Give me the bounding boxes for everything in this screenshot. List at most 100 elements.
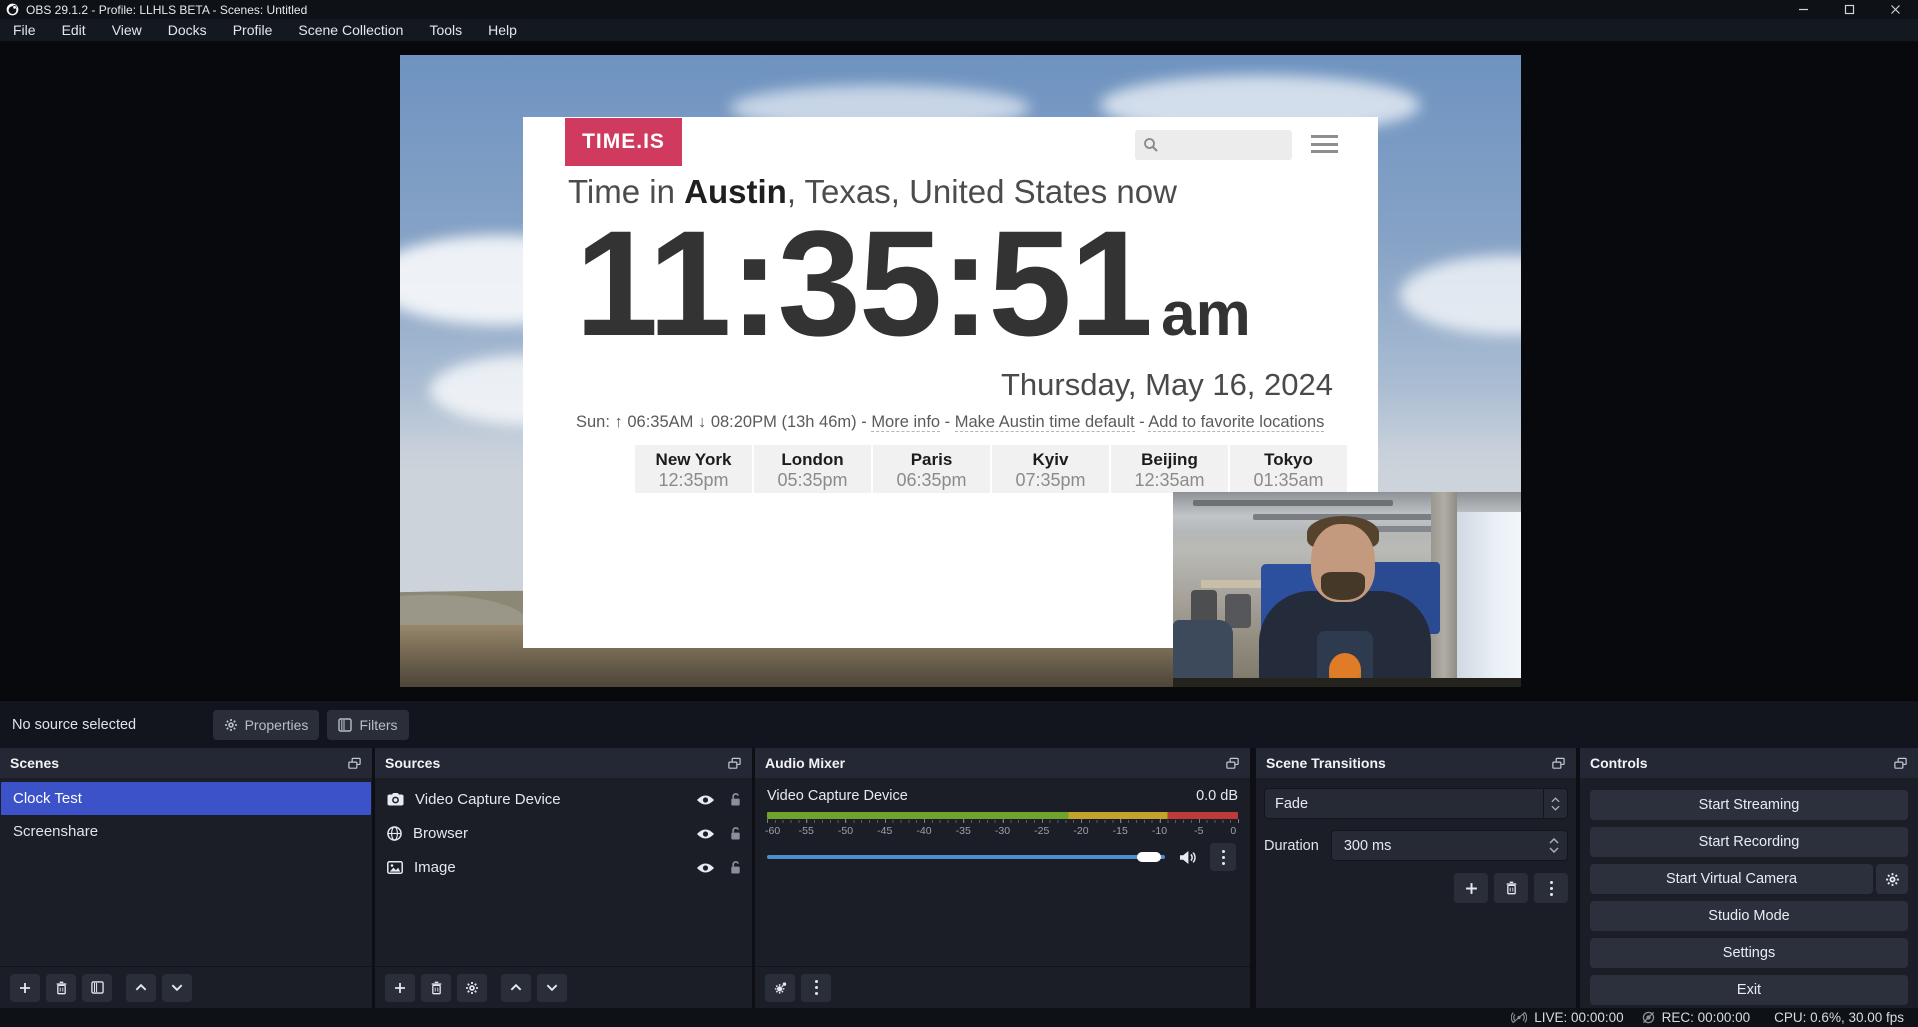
mixer-item-menu-button[interactable]: [1210, 843, 1236, 871]
popout-icon[interactable]: [1893, 756, 1908, 771]
advanced-audio-button[interactable]: [765, 974, 795, 1002]
visibility-eye-icon[interactable]: [696, 794, 715, 806]
transition-select[interactable]: Fade: [1264, 788, 1568, 819]
source-row-image[interactable]: Image: [375, 852, 752, 883]
menu-docks[interactable]: Docks: [155, 19, 220, 42]
gear-sliders-icon: [773, 981, 788, 995]
studio-mode-button[interactable]: Studio Mode: [1590, 901, 1908, 931]
lock-open-icon[interactable]: [729, 860, 742, 875]
record-inactive-icon: [1642, 1011, 1655, 1024]
duration-spinner[interactable]: 300 ms: [1331, 830, 1568, 861]
visibility-eye-icon[interactable]: [696, 862, 715, 874]
scene-down-button[interactable]: [162, 974, 192, 1002]
hamburger-menu-icon: [1311, 135, 1338, 158]
titlebar: OBS 29.1.2 - Profile: LLHLS BETA - Scene…: [0, 0, 1918, 19]
mixer-db-value: 0.0 dB: [1196, 788, 1238, 804]
source-row-browser[interactable]: Browser: [375, 818, 752, 849]
video-canvas[interactable]: TIME.IS Time in Austin, Texas, United St…: [400, 55, 1521, 687]
timeis-clock: 11:35:51 am: [575, 205, 1251, 363]
remove-scene-button[interactable]: [46, 974, 76, 1002]
menu-tools[interactable]: Tools: [416, 19, 475, 42]
menu-file[interactable]: File: [0, 19, 49, 42]
settings-button[interactable]: Settings: [1590, 938, 1908, 968]
properties-button[interactable]: Properties: [213, 710, 319, 740]
webcam-person: [1255, 514, 1435, 687]
menu-view[interactable]: View: [99, 19, 155, 42]
lock-open-icon[interactable]: [729, 826, 742, 841]
scene-item-screenshare[interactable]: Screenshare: [1, 815, 371, 848]
volume-slider-handle[interactable]: [1137, 852, 1161, 862]
stream-inactive-icon: [1511, 1011, 1527, 1024]
scene-item-clock-test[interactable]: Clock Test: [1, 782, 371, 815]
exit-button[interactable]: Exit: [1590, 975, 1908, 1005]
webcam-overlay[interactable]: [1173, 492, 1521, 687]
menu-scene-collection[interactable]: Scene Collection: [285, 19, 416, 42]
kebab-menu-icon: [1222, 850, 1225, 865]
start-virtual-camera-button[interactable]: Start Virtual Camera: [1590, 864, 1873, 894]
plus-icon: [19, 982, 31, 994]
city-box: Tokyo01:35am: [1230, 445, 1347, 493]
menu-help[interactable]: Help: [475, 19, 530, 42]
speaker-icon[interactable]: [1179, 850, 1198, 865]
filters-button[interactable]: Filters: [327, 710, 409, 740]
source-row-video-capture[interactable]: Video Capture Device: [375, 784, 752, 815]
source-up-button[interactable]: [501, 974, 531, 1002]
visibility-eye-icon[interactable]: [696, 828, 715, 840]
spinner-arrows-icon[interactable]: [1549, 838, 1559, 853]
add-source-button[interactable]: [385, 974, 415, 1002]
menubar: File Edit View Docks Profile Scene Colle…: [0, 19, 1918, 42]
close-button[interactable]: [1872, 0, 1918, 19]
menu-profile[interactable]: Profile: [220, 19, 286, 42]
start-recording-button[interactable]: Start Recording: [1590, 827, 1908, 857]
source-properties-button[interactable]: [457, 974, 487, 1002]
maximize-button[interactable]: [1826, 0, 1872, 19]
transition-menu-button[interactable]: [1534, 873, 1568, 903]
clock-time: 11:35:51: [575, 205, 1151, 363]
lock-open-icon[interactable]: [729, 792, 742, 807]
controls-panel: Controls Start Streaming Start Recording…: [1580, 748, 1918, 1008]
rec-timer: REC: 00:00:00: [1662, 1010, 1751, 1025]
duration-label: Duration: [1264, 838, 1319, 854]
minimize-icon: [1798, 4, 1809, 15]
popout-icon[interactable]: [347, 756, 362, 771]
virtual-camera-settings-button[interactable]: [1876, 864, 1908, 894]
no-source-label: No source selected: [12, 717, 136, 733]
obs-window: OBS 29.1.2 - Profile: LLHLS BETA - Scene…: [0, 0, 1918, 1027]
window-title: OBS 29.1.2 - Profile: LLHLS BETA - Scene…: [26, 3, 307, 17]
cloud-decor: [1400, 255, 1521, 335]
popout-icon[interactable]: [1225, 756, 1240, 771]
trash-icon: [430, 981, 443, 995]
select-arrows-icon: [1543, 789, 1567, 818]
obs-logo-icon: [6, 3, 19, 16]
add-scene-button[interactable]: [10, 974, 40, 1002]
webcam-decor: [1191, 590, 1217, 624]
minimize-button[interactable]: [1780, 0, 1826, 19]
add-transition-button[interactable]: [1454, 873, 1488, 903]
city-box: Paris06:35pm: [873, 445, 990, 493]
remove-transition-button[interactable]: [1494, 873, 1528, 903]
audio-meter-scale: -60-55-50-45-40-35-30-25-20-15-10-50: [767, 823, 1238, 837]
popout-icon[interactable]: [727, 756, 742, 771]
scene-list: Clock Test Screenshare: [0, 778, 372, 848]
controls-header: Controls: [1580, 748, 1918, 778]
volume-slider[interactable]: [767, 855, 1165, 859]
start-streaming-button[interactable]: Start Streaming: [1590, 790, 1908, 820]
make-default-link: Make Austin time default: [955, 413, 1135, 432]
gear-icon: [224, 718, 238, 732]
source-down-button[interactable]: [537, 974, 567, 1002]
popout-icon[interactable]: [1551, 756, 1566, 771]
audio-mixer-panel: Audio Mixer Video Capture Device 0.0 dB …: [755, 748, 1250, 1008]
city-box: New York12:35pm: [635, 445, 752, 493]
maximize-icon: [1844, 4, 1855, 15]
gear-icon: [1885, 872, 1900, 887]
mixer-menu-button[interactable]: [801, 974, 831, 1002]
scenes-toolbar: [0, 966, 372, 1008]
scene-up-button[interactable]: [126, 974, 156, 1002]
scenes-panel: Scenes Clock Test Screenshare: [0, 748, 372, 1008]
image-icon: [387, 861, 403, 874]
city-box: London05:35pm: [754, 445, 871, 493]
sources-panel: Sources Video Capture Device Browser: [375, 748, 752, 1008]
menu-edit[interactable]: Edit: [49, 19, 99, 42]
scene-filters-button[interactable]: [82, 974, 112, 1002]
remove-source-button[interactable]: [421, 974, 451, 1002]
